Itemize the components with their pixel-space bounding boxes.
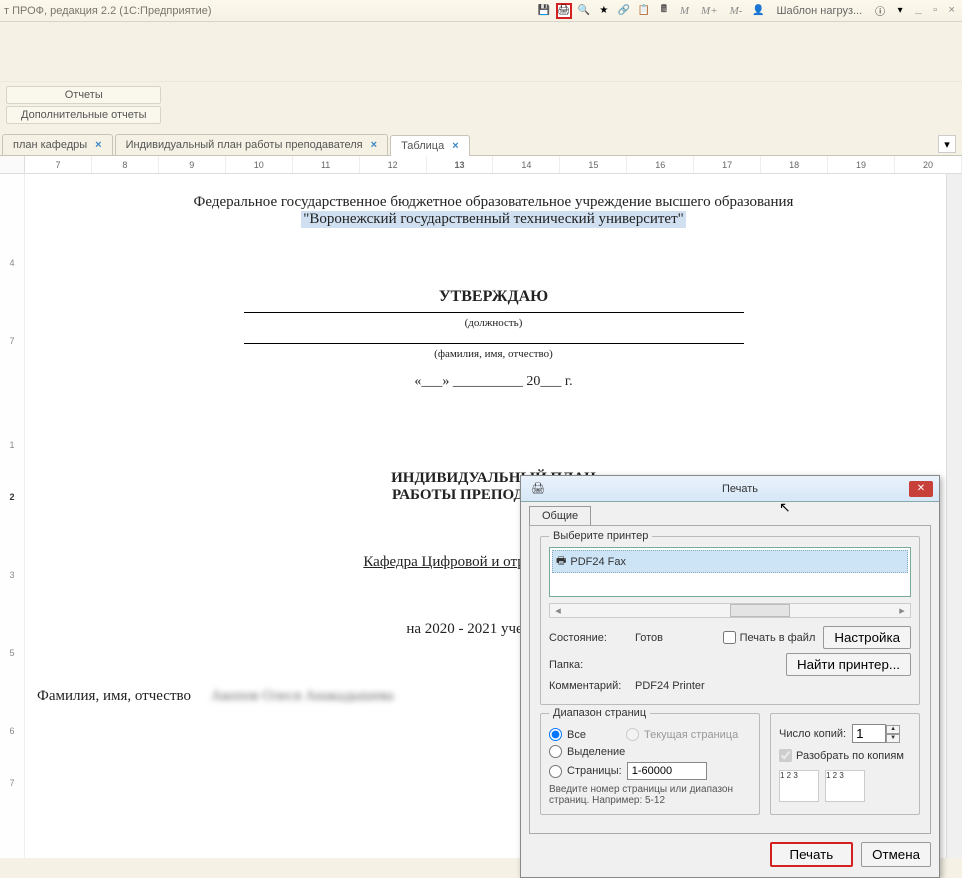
restore-button[interactable]: ▫: [929, 5, 942, 17]
minimize-button[interactable]: _: [912, 5, 925, 17]
collate-checkbox[interactable]: Разобрать по копиям: [779, 749, 911, 762]
state-value: Готов: [635, 632, 663, 644]
doc-institution-line2: "Воронежский государственный технический…: [301, 211, 686, 228]
printer-scrollbar[interactable]: ◂ ▸: [549, 603, 911, 618]
folder-label: Папка:: [549, 659, 627, 671]
memo-m[interactable]: M: [676, 5, 693, 17]
scroll-right-icon[interactable]: ▸: [894, 604, 910, 617]
tab-label: Индивидуальный план работы преподавателя: [126, 139, 363, 151]
tab-plan-kafedry[interactable]: план кафедры ×: [2, 134, 113, 155]
close-button[interactable]: ×: [945, 5, 958, 17]
find-printer-button[interactable]: Найти принтер...: [786, 653, 911, 676]
user-name[interactable]: Шаблон нагруз...: [770, 5, 868, 17]
dialog-title: Печать: [722, 483, 909, 495]
tab-individual-plan[interactable]: Индивидуальный план работы преподавателя…: [115, 134, 388, 155]
pages-note: Введите номер страницы или диапазон стра…: [549, 784, 751, 806]
app-titlebar: т ПРОФ, редакция 2.2 (1С:Предприятие) 💾 …: [0, 0, 962, 22]
state-label: Состояние:: [549, 632, 627, 644]
fio-field-label: Фамилия, имя, отчество: [37, 688, 191, 705]
disk-icon[interactable]: 💾: [536, 3, 552, 19]
collate-icon: 1 2 3: [779, 770, 819, 802]
star-icon[interactable]: ★: [596, 3, 612, 19]
page-range-label: Диапазон страниц: [549, 707, 650, 719]
fio-label: (фамилия, имя, отчество): [244, 348, 744, 360]
user-icon: 👤: [750, 3, 766, 19]
tabs-dropdown[interactable]: ▾: [938, 135, 956, 153]
ribbon-empty: [0, 22, 962, 82]
tab-label: план кафедры: [13, 139, 87, 151]
copies-label: Число копий:: [779, 728, 846, 740]
print-button[interactable]: Печать: [770, 842, 854, 867]
copies-input[interactable]: [852, 724, 886, 743]
radio-current: [626, 728, 639, 741]
radio-pages[interactable]: [549, 765, 562, 778]
fio-field-value: Акопов Олеся Анакадышева: [211, 688, 394, 705]
additional-reports-button[interactable]: Дополнительные отчеты: [6, 106, 161, 124]
print-icon[interactable]: 🖨: [556, 3, 572, 19]
reports-button[interactable]: Отчеты: [6, 86, 161, 104]
date-line: «___» __________ 20___ г.: [244, 374, 744, 390]
position-label: (должность): [244, 317, 744, 329]
cancel-button[interactable]: Отмена: [861, 842, 931, 867]
horizontal-ruler: 7 8 9 10 11 12 13 14 15 16 17 18 19 20: [0, 156, 962, 174]
document-tabs: план кафедры × Индивидуальный план работ…: [0, 132, 962, 156]
link-icon[interactable]: 🔗: [616, 3, 632, 19]
printer-icon: 🖨: [531, 482, 718, 495]
spin-down[interactable]: ▼: [886, 734, 900, 743]
info-icon[interactable]: ⓘ: [872, 3, 888, 19]
toolbar: Отчеты Дополнительные отчеты: [0, 82, 962, 132]
comment-value: PDF24 Printer: [635, 680, 705, 692]
scroll-left-icon[interactable]: ◂: [550, 604, 566, 617]
radio-selection[interactable]: [549, 745, 562, 758]
vertical-ruler: 4 7 1 2 3 5 6 7: [0, 174, 25, 858]
search-icon[interactable]: 🔍: [576, 3, 592, 19]
approve-label: УТВЕРЖДАЮ: [244, 288, 744, 306]
radio-all[interactable]: [549, 728, 562, 741]
doc-institution-line1: Федеральное государственное бюджетное об…: [37, 194, 950, 211]
memo-mplus[interactable]: M+: [697, 5, 722, 17]
close-icon[interactable]: ×: [95, 139, 101, 151]
calc-icon[interactable]: 🖩: [656, 3, 672, 19]
dialog-close-button[interactable]: ✕: [909, 481, 933, 497]
calendar-icon[interactable]: 📋: [636, 3, 652, 19]
print-to-file-checkbox[interactable]: Печать в файл: [723, 631, 816, 644]
comment-label: Комментарий:: [549, 680, 627, 692]
printer-list[interactable]: 🖶 PDF24 Fax: [549, 547, 911, 597]
collate-icon: 1 2 3: [825, 770, 865, 802]
close-icon[interactable]: ×: [452, 140, 458, 152]
settings-button[interactable]: Настройка: [823, 626, 911, 649]
dropdown-icon[interactable]: ▾: [892, 3, 908, 19]
select-printer-label: Выберите принтер: [549, 530, 652, 542]
tab-general[interactable]: Общие: [529, 506, 591, 525]
spin-up[interactable]: ▲: [886, 725, 900, 734]
pages-input[interactable]: [627, 762, 707, 780]
printer-item-icon: 🖶: [556, 552, 566, 571]
dialog-titlebar[interactable]: 🖨 Печать ✕: [521, 476, 939, 502]
printer-item[interactable]: 🖶 PDF24 Fax: [552, 550, 908, 573]
tab-table[interactable]: Таблица ×: [390, 135, 470, 156]
tab-label: Таблица: [401, 140, 444, 152]
memo-mminus[interactable]: M-: [726, 5, 747, 17]
close-icon[interactable]: ×: [371, 139, 377, 151]
vertical-scrollbar[interactable]: [946, 174, 962, 858]
print-dialog: 🖨 Печать ✕ Общие Выберите принтер 🖶 PDF2…: [520, 475, 940, 878]
printer-item-name: PDF24 Fax: [570, 556, 626, 568]
app-title: т ПРОФ, редакция 2.2 (1С:Предприятие): [4, 5, 536, 17]
